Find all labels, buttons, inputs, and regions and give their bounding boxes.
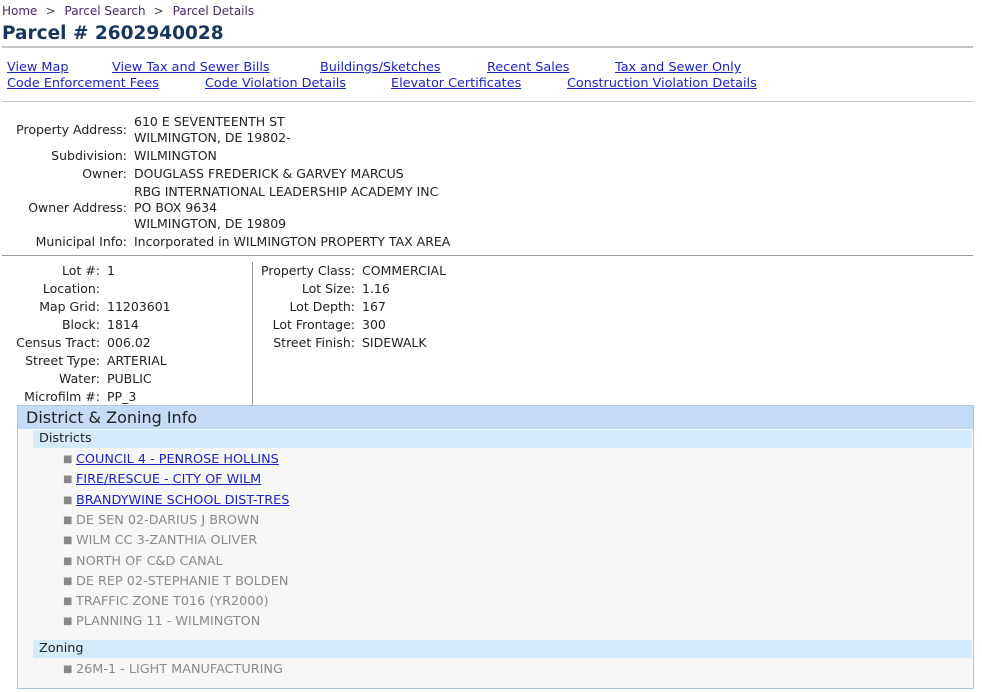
breadcrumb-current: Parcel Details (172, 4, 255, 18)
breadcrumb-home-link[interactable]: Home (2, 4, 37, 18)
owner-label: Owner: (82, 166, 127, 181)
zoning-subheader: Zoning (33, 640, 972, 658)
location-label: Location: (42, 281, 100, 296)
subdivision-value: WILMINGTON (134, 148, 217, 163)
district-text: PLANNING 11 - WILMINGTON (76, 614, 261, 630)
list-item[interactable]: ■ BRANDYWINE SCHOOL DIST-TRES (63, 493, 289, 509)
district-zoning-panel: District & Zoning Info Districts ■ COUNCI… (17, 405, 974, 689)
owner-address-line2: WILMINGTON, DE 19809 (134, 216, 287, 231)
district-link[interactable]: FIRE/RESCUE - CITY OF WILM (76, 472, 261, 487)
lot-size-value: 1.16 (362, 281, 390, 296)
lot-depth-label: Lot Depth: (289, 299, 355, 314)
construction-violation-details-link[interactable]: Construction Violation Details (567, 76, 757, 91)
street-finish-value: SIDEWALK (362, 335, 427, 350)
owner-address-line1: PO BOX 9634 (134, 200, 218, 215)
square-bullet-icon: ■ (63, 514, 73, 526)
district-link[interactable]: BRANDYWINE SCHOOL DIST-TRES (76, 493, 289, 508)
square-bullet-icon: ■ (63, 494, 73, 506)
property-class-value: COMMERCIAL (362, 263, 447, 278)
details-column-divider (252, 262, 253, 405)
map-grid-label: Map Grid: (39, 299, 100, 314)
lot-size-label: Lot Size: (301, 281, 355, 296)
square-bullet-icon: ■ (63, 555, 73, 567)
lot-number-value: 1 (107, 263, 115, 278)
subdivision-label: Subdivision: (51, 148, 127, 163)
elevator-certificates-link[interactable]: Elevator Certificates (391, 76, 521, 91)
tax-sewer-only-link[interactable]: Tax and Sewer Only (615, 60, 741, 75)
lot-number-label: Lot #: (62, 263, 100, 278)
list-item[interactable]: ■ COUNCIL 4 - PENROSE HOLLINS (63, 452, 279, 468)
title-divider (2, 46, 973, 48)
microfilm-value: PP_3 (107, 389, 137, 404)
district-text: DE SEN 02-DARIUS J BROWN (76, 512, 260, 528)
property-divider (2, 255, 973, 256)
property-address-label: Property Address: (16, 122, 127, 137)
owner-address-label: Owner Address: (28, 200, 127, 215)
street-finish-label: Street Finish: (273, 335, 355, 350)
square-bullet-icon: ■ (63, 474, 73, 486)
property-class-label: Property Class: (261, 263, 355, 278)
square-bullet-icon: ■ (63, 454, 73, 465)
street-type-value: ARTERIAL (107, 353, 167, 368)
square-bullet-icon: ■ (63, 616, 73, 628)
microfilm-label: Microfilm #: (24, 389, 100, 404)
breadcrumb-separator: > (45, 4, 56, 18)
map-grid-value: 11203601 (107, 299, 171, 314)
district-text: TRAFFIC ZONE T016 (YR2000) (76, 594, 269, 610)
water-label: Water: (59, 371, 100, 386)
street-type-label: Street Type: (25, 353, 100, 368)
municipal-info-label: Municipal Info: (35, 234, 127, 249)
owner-line2: RBG INTERNATIONAL LEADERSHIP ACADEMY INC (134, 184, 439, 199)
lot-depth-value: 167 (362, 299, 386, 314)
square-bullet-icon: ■ (63, 575, 73, 587)
block-value: 1814 (107, 317, 139, 332)
breadcrumb-parcel-search-link[interactable]: Parcel Search (65, 4, 146, 18)
district-text: 26M-1 - LIGHT MANUFACTURING (76, 662, 283, 677)
list-item: ■ NORTH OF C&D CANAL (63, 553, 223, 570)
district-text: DE REP 02-STEPHANIE T BOLDEN (76, 573, 289, 589)
view-tax-sewer-bills-link[interactable]: View Tax and Sewer Bills (112, 60, 270, 75)
breadcrumb: Home > Parcel Search > Parcel Details (2, 4, 254, 18)
view-map-link[interactable]: View Map (7, 60, 68, 75)
page-title: Parcel # 2602940028 (2, 23, 224, 44)
lot-frontage-value: 300 (362, 317, 386, 332)
census-tract-label: Census Tract: (16, 335, 100, 350)
list-item: ■ DE SEN 02-DARIUS J BROWN (63, 512, 260, 529)
owner-line1: DOUGLASS FREDERICK & GARVEY MARCUS (134, 166, 404, 181)
water-value: PUBLIC (107, 371, 152, 386)
square-bullet-icon: ■ (63, 596, 73, 608)
lot-frontage-label: Lot Frontage: (272, 317, 355, 332)
buildings-sketches-link[interactable]: Buildings/Sketches (320, 60, 441, 75)
nav-divider (2, 101, 973, 102)
district-text: WILM CC 3-ZANTHIA OLIVER (76, 533, 258, 549)
census-tract-value: 006.02 (107, 335, 151, 350)
districts-subheader: Districts (33, 430, 972, 448)
recent-sales-link[interactable]: Recent Sales (487, 60, 569, 75)
code-enforcement-fees-link[interactable]: Code Enforcement Fees (7, 76, 159, 91)
list-item: ■ 26M-1 - LIGHT MANUFACTURING (63, 662, 283, 678)
block-label: Block: (61, 317, 100, 332)
list-item[interactable]: ■ FIRE/RESCUE - CITY OF WILM (63, 472, 261, 488)
district-zoning-title: District & Zoning Info (18, 406, 973, 429)
property-address-line2: WILMINGTON, DE 19802- (134, 130, 291, 145)
list-item: ■ WILM CC 3-ZANTHIA OLIVER (63, 533, 258, 549)
district-text: NORTH OF C&D CANAL (76, 553, 223, 569)
breadcrumb-separator: > (153, 4, 164, 18)
square-bullet-icon: ■ (63, 535, 73, 547)
list-item: ■ PLANNING 11 - WILMINGTON (63, 614, 261, 630)
code-violation-details-link[interactable]: Code Violation Details (205, 76, 346, 91)
square-bullet-icon: ■ (63, 664, 73, 675)
district-link[interactable]: COUNCIL 4 - PENROSE HOLLINS (76, 452, 279, 467)
list-item: ■ TRAFFIC ZONE T016 (YR2000) (63, 594, 269, 610)
property-address-line1: 610 E SEVENTEENTH ST (134, 114, 285, 129)
list-item: ■ DE REP 02-STEPHANIE T BOLDEN (63, 573, 289, 590)
municipal-info-value: Incorporated in WILMINGTON PROPERTY TAX … (134, 234, 451, 249)
